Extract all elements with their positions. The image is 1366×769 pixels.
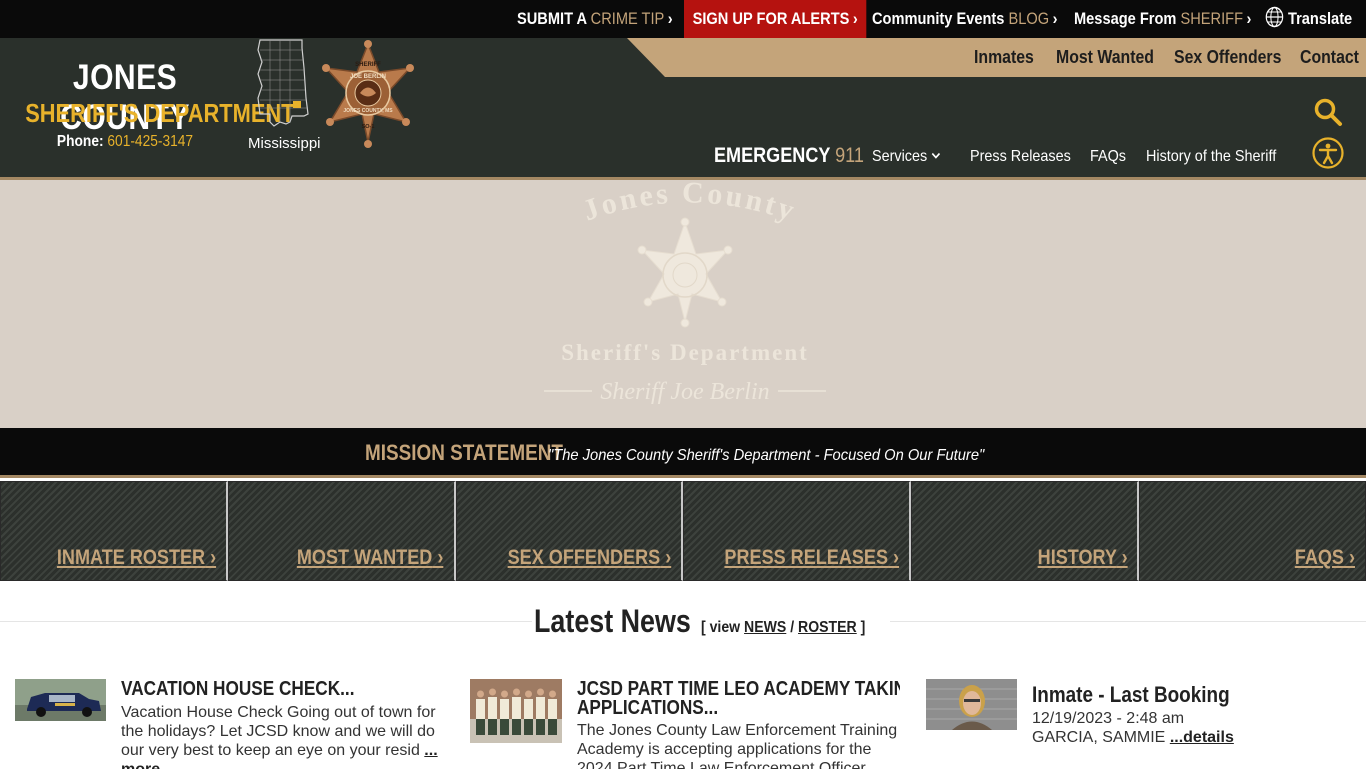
nav-services[interactable]: Services (872, 148, 940, 166)
tile-most-wanted[interactable]: MOST WANTED › (227, 481, 456, 581)
alerts-label: SIGN UP FOR ALERTS (692, 9, 850, 28)
chevron-right-icon: › (852, 9, 858, 28)
nav-most-wanted[interactable]: Most Wanted (1056, 38, 1154, 77)
badge-text-county: JONES COUNTY, MS (343, 108, 393, 114)
accessibility-icon[interactable] (1312, 137, 1344, 169)
tile-history[interactable]: HISTORY › (911, 481, 1140, 581)
mississippi-map-icon (257, 39, 309, 127)
news-body: The Jones County Law Enforcement Trainin… (577, 722, 898, 769)
events-accent: BLOG (1008, 9, 1050, 28)
chevron-right-icon: › (1246, 9, 1252, 28)
tile-label: INMATE ROSTER › (56, 546, 216, 569)
inmate-details-link[interactable]: ...details (1170, 729, 1234, 746)
nav-sex-offenders[interactable]: Sex Offenders (1174, 38, 1281, 77)
submit-crime-tip-link[interactable]: SUBMIT A CRIME TIP › (517, 0, 673, 38)
latest-news-heading: Latest News [ view NEWS / ROSTER ] (532, 603, 890, 640)
news-item: JCSD PART TIME LEO ACADEMY TAKING APPLIC… (470, 679, 900, 769)
news-body: Vacation House Check Going out of town f… (121, 703, 445, 769)
hero-line-department: Sheriff's Department (561, 340, 809, 365)
crime-tip-lead: SUBMIT A (517, 9, 587, 28)
news-title[interactable]: JCSD PART TIME LEO ACADEMY TAKING APPLIC… (577, 679, 900, 718)
hero-watermark-logo: Jones County Sheriff's Department Sherif… (544, 180, 826, 405)
state-label: Mississippi (248, 135, 321, 152)
news-title[interactable]: VACATION HOUSE CHECK... (121, 679, 354, 699)
hero-line-county: Jones County (579, 180, 798, 228)
news-heading-title: Latest News (534, 603, 691, 639)
svg-text:Jones County: Jones County (579, 180, 801, 228)
view-news-link[interactable]: NEWS (744, 619, 786, 636)
chevron-right-icon: › (1052, 9, 1058, 28)
inmate-photo[interactable] (926, 679, 1017, 730)
tile-faqs[interactable]: FAQS › (1139, 481, 1366, 581)
news-thumbnail[interactable] (15, 679, 106, 721)
chevron-right-icon: › (667, 9, 673, 28)
sign-up-alerts-link[interactable]: SIGN UP FOR ALERTS › (684, 0, 867, 38)
mission-text: "The Jones County Sheriff's Department -… (548, 447, 985, 464)
hero-banner: Jones County Sheriff's Department Sherif… (0, 180, 1366, 428)
nav-faqs[interactable]: FAQs (1090, 148, 1126, 166)
inmate-booking-date: 12/19/2023 - 2:48 am (1032, 710, 1185, 727)
sheriff-badge-icon: SHERIFF JOE BERLIN JONES COUNTY, MS SO-1 (322, 40, 414, 148)
news-thumbnail[interactable] (470, 679, 562, 743)
message-accent: SHERIFF (1180, 9, 1244, 28)
tile-label: MOST WANTED › (297, 546, 444, 569)
tile-sex-offenders[interactable]: SEX OFFENDERS › (455, 481, 684, 581)
mission-title: MISSION STATEMENT (365, 440, 563, 465)
mission-statement-bar: MISSION STATEMENT "The Jones County Sher… (0, 428, 1366, 478)
globe-icon (1265, 6, 1284, 28)
tile-press-releases[interactable]: PRESS RELEASES › (683, 481, 912, 581)
phone-label: Phone: (56, 133, 104, 150)
tile-label: SEX OFFENDERS › (507, 546, 672, 569)
emergency-number[interactable]: 911 (835, 144, 864, 167)
hero-line-sheriff: Sheriff Joe Berlin (600, 379, 769, 405)
translate-button[interactable]: Translate (1265, 0, 1352, 38)
tile-inmate-roster[interactable]: INMATE ROSTER › (0, 481, 228, 581)
tile-label: FAQS › (1294, 546, 1355, 569)
top-bar: SUBMIT A CRIME TIP › SIGN UP FOR ALERTS › … (0, 0, 1366, 38)
nav-history-of-sheriff[interactable]: History of the Sheriff (1146, 148, 1276, 166)
emergency-info: EMERGENCY 911 (714, 144, 864, 168)
tile-label: PRESS RELEASES › (724, 546, 900, 569)
mugshot-image (926, 679, 1017, 730)
nav-press-releases[interactable]: Press Releases (970, 148, 1071, 166)
community-events-blog-link[interactable]: Community Events BLOG › (872, 0, 1057, 38)
inmate-last-booking: Inmate - Last Booking 12/19/2023 - 2:48 … (926, 679, 1356, 769)
view-roster-link[interactable]: ROSTER (798, 619, 857, 636)
nav-inmates[interactable]: Inmates (974, 38, 1034, 77)
inmate-name-line: GARCIA, SAMMIE ...details (1032, 728, 1352, 747)
vehicle-image (15, 679, 106, 721)
translate-label: Translate (1287, 9, 1353, 28)
badge-text-top: SHERIFF (355, 62, 381, 68)
crime-tip-accent: CRIME TIP (590, 9, 665, 28)
message-lead: Message From (1074, 9, 1177, 28)
services-label: Services (872, 148, 928, 165)
news-item: VACATION HOUSE CHECK... Vacation House C… (15, 679, 445, 769)
quick-links: INMATE ROSTER › MOST WANTED › SEX OFFEND… (0, 481, 1366, 581)
tile-label: HISTORY › (1037, 546, 1128, 569)
emergency-label: EMERGENCY (714, 144, 831, 167)
phone-info: Phone: 601-425-3147 (52, 133, 198, 151)
site-subtitle[interactable]: SHERIFF'S DEPARTMENT (25, 98, 294, 129)
message-from-sheriff-link[interactable]: Message From SHERIFF › (1074, 0, 1251, 38)
group-photo-image (470, 679, 562, 743)
phone-number[interactable]: 601-425-3147 (107, 133, 193, 150)
chevron-down-icon (931, 152, 940, 159)
inmate-title[interactable]: Inmate - Last Booking (1032, 684, 1230, 706)
inmate-name: GARCIA, SAMMIE (1032, 729, 1166, 746)
events-lead: Community Events (872, 9, 1005, 28)
badge-text-so: SO-1 (362, 124, 375, 130)
nav-contact[interactable]: Contact (1300, 38, 1359, 77)
news-view-links: [ view NEWS / ROSTER ] (701, 619, 866, 636)
search-icon[interactable] (1313, 97, 1343, 127)
badge-text-name: JOE BERLIN (350, 74, 386, 80)
